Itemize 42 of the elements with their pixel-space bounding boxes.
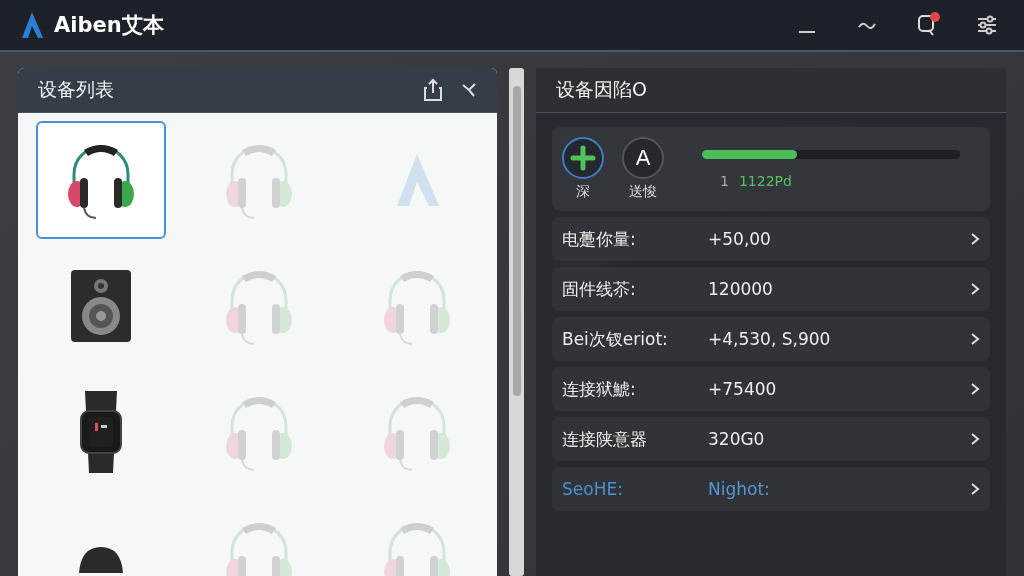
scrollbar[interactable] [509,68,524,576]
row-value: 320G0 [708,429,766,449]
row-label: 连接狱鯱: [562,377,637,401]
row-value: +75400 [708,379,778,399]
info-row[interactable]: 连接狱鯱: +75400 [552,367,990,411]
row-label: SeoHE: [562,479,624,499]
chevron-icon [970,482,980,496]
device-tile[interactable] [36,121,166,239]
panel-title: 设备列表 [38,77,114,102]
row-value: +4,530, S,900 [708,329,832,349]
row-value: 120000 [708,279,774,299]
chevron-icon [970,332,980,346]
row-label: Bei次钗eriot: [562,327,669,351]
plus-icon [570,145,596,171]
chat-icon [917,14,937,36]
chevron-icon [970,432,980,446]
info-row[interactable]: SeoHE: Nighot: [552,467,990,511]
action-label: 深 [576,183,590,201]
logo-icon [20,10,44,40]
row-label: 电躉你量: [562,227,637,251]
row-value: Nighot: [708,479,771,499]
settings-icon [976,14,998,36]
row-value: +50,00 [708,229,772,249]
chevron-icon [970,232,980,246]
row-label: 固件线苶: [562,277,637,301]
progress-count: 1 [720,172,729,189]
share-icon[interactable] [423,78,443,102]
chevron-icon [970,282,980,296]
app-title: Aiben艾本 [54,12,164,39]
info-row[interactable]: 连接陕意器 320G0 [552,417,990,461]
info-row[interactable]: 电躉你量: +50,00 [552,217,990,261]
action-label: 送悛 [629,183,657,201]
speaker-icon [69,268,133,344]
letter-button[interactable]: A [622,137,664,179]
add-button[interactable] [562,137,604,179]
info-row[interactable]: 固件线苶: 120000 [552,267,990,311]
info-row[interactable]: Bei次钗eriot: +4,530, S,900 [552,317,990,361]
chevron-icon [970,382,980,396]
row-label: 连接陕意器 [562,427,648,451]
minimize-icon [799,31,815,33]
panel-title: 设备因陷O [556,77,647,102]
progress-reading: 1122Pd [738,172,792,189]
